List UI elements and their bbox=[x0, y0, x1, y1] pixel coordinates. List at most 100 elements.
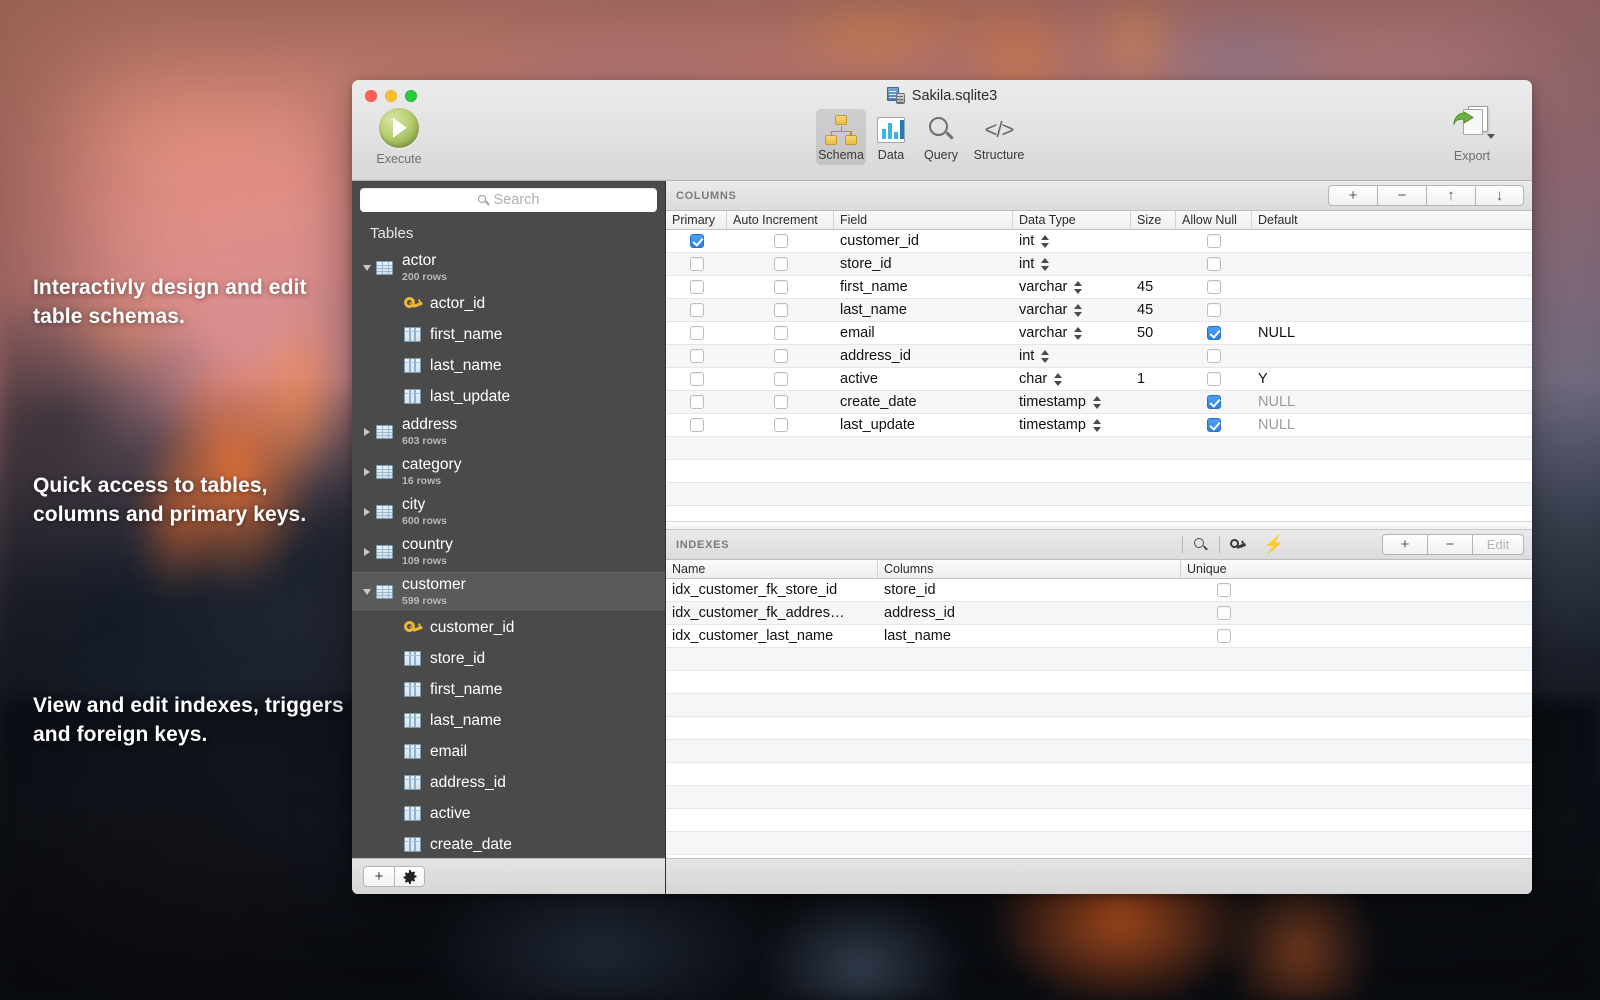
tab-structure[interactable]: </> Structure bbox=[966, 109, 1032, 165]
unique-checkbox[interactable] bbox=[1217, 629, 1231, 643]
export-button[interactable]: Export bbox=[1434, 105, 1510, 163]
primary-checkbox[interactable] bbox=[690, 303, 704, 317]
column-header-allow-null[interactable]: Allow Null bbox=[1176, 211, 1252, 229]
add-table-button[interactable]: + bbox=[363, 866, 394, 887]
disclosure-triangle-closed-icon[interactable] bbox=[360, 548, 374, 556]
columns-grid[interactable]: Primary Auto Increment Field Data Type S… bbox=[666, 211, 1532, 521]
table-row[interactable]: idx_customer_last_name last_name bbox=[666, 625, 1532, 648]
add-column-button[interactable]: + bbox=[1328, 185, 1377, 206]
primary-checkbox[interactable] bbox=[690, 257, 704, 271]
sidebar-settings-button[interactable] bbox=[394, 866, 425, 887]
sidebar-table-city[interactable]: city 600 rows bbox=[352, 492, 665, 532]
allow-null-checkbox[interactable] bbox=[1207, 326, 1221, 340]
sidebar-column-last-name[interactable]: last_name bbox=[352, 350, 665, 381]
sidebar-column-customer-id[interactable]: customer_id bbox=[352, 612, 665, 643]
sidebar-column-last-name-2[interactable]: last_name bbox=[352, 705, 665, 736]
table-row[interactable]: customer_id int bbox=[666, 230, 1532, 253]
allow-null-checkbox[interactable] bbox=[1207, 280, 1221, 294]
disclosure-triangle-closed-icon[interactable] bbox=[360, 508, 374, 516]
data-type-stepper[interactable] bbox=[1041, 349, 1050, 364]
auto-increment-checkbox[interactable] bbox=[774, 418, 788, 432]
disclosure-triangle-open-icon[interactable] bbox=[360, 589, 374, 595]
data-type-stepper[interactable] bbox=[1054, 372, 1063, 387]
allow-null-checkbox[interactable] bbox=[1207, 418, 1221, 432]
data-type-stepper[interactable] bbox=[1093, 418, 1102, 433]
search-input[interactable]: Search bbox=[360, 188, 657, 212]
unique-checkbox[interactable] bbox=[1217, 583, 1231, 597]
table-row[interactable]: store_id int bbox=[666, 253, 1532, 276]
allow-null-checkbox[interactable] bbox=[1207, 234, 1221, 248]
sidebar-column-last-update[interactable]: last_update bbox=[352, 381, 665, 412]
indexes-grid[interactable]: Name Columns Unique idx_customer_fk_stor… bbox=[666, 560, 1532, 858]
table-row[interactable]: idx_customer_fk_store_id store_id bbox=[666, 579, 1532, 602]
primary-checkbox[interactable] bbox=[690, 349, 704, 363]
primary-checkbox[interactable] bbox=[690, 418, 704, 432]
index-header-name[interactable]: Name bbox=[666, 560, 878, 578]
tab-schema[interactable]: Schema bbox=[816, 109, 866, 165]
remove-index-button[interactable]: − bbox=[1427, 534, 1472, 555]
table-row[interactable]: first_name varchar 45 bbox=[666, 276, 1532, 299]
column-header-primary[interactable]: Primary bbox=[666, 211, 727, 229]
sidebar-column-first-name[interactable]: first_name bbox=[352, 319, 665, 350]
data-type-stepper[interactable] bbox=[1074, 326, 1083, 341]
table-row[interactable]: idx_customer_fk_addres… address_id bbox=[666, 602, 1532, 625]
disclosure-triangle-closed-icon[interactable] bbox=[360, 468, 374, 476]
column-header-data-type[interactable]: Data Type bbox=[1013, 211, 1131, 229]
table-row[interactable]: address_id int bbox=[666, 345, 1532, 368]
primary-checkbox[interactable] bbox=[690, 280, 704, 294]
move-column-up-button[interactable]: ↑ bbox=[1426, 185, 1475, 206]
column-header-auto-increment[interactable]: Auto Increment bbox=[727, 211, 834, 229]
data-type-stepper[interactable] bbox=[1041, 257, 1050, 272]
sidebar-table-address[interactable]: address 603 rows bbox=[352, 412, 665, 452]
column-header-size[interactable]: Size bbox=[1131, 211, 1176, 229]
table-row[interactable]: create_date timestamp NULL bbox=[666, 391, 1532, 414]
sidebar-column-active[interactable]: active bbox=[352, 798, 665, 829]
tab-query[interactable]: Query bbox=[916, 109, 966, 165]
auto-increment-checkbox[interactable] bbox=[774, 395, 788, 409]
table-row[interactable]: active char 1 Y bbox=[666, 368, 1532, 391]
auto-increment-checkbox[interactable] bbox=[774, 372, 788, 386]
tab-data[interactable]: Data bbox=[866, 109, 916, 165]
table-row[interactable]: last_name varchar 45 bbox=[666, 299, 1532, 322]
sidebar-table-category[interactable]: category 16 rows bbox=[352, 452, 665, 492]
auto-increment-checkbox[interactable] bbox=[774, 280, 788, 294]
sidebar-table-country[interactable]: country 109 rows bbox=[352, 532, 665, 572]
data-type-stepper[interactable] bbox=[1074, 303, 1083, 318]
primary-checkbox[interactable] bbox=[690, 326, 704, 340]
auto-increment-checkbox[interactable] bbox=[774, 326, 788, 340]
sidebar-table-actor[interactable]: actor 200 rows bbox=[352, 248, 665, 288]
edit-index-button[interactable]: Edit bbox=[1472, 534, 1524, 555]
primary-checkbox[interactable] bbox=[690, 234, 704, 248]
unique-checkbox[interactable] bbox=[1217, 606, 1231, 620]
data-type-stepper[interactable] bbox=[1074, 280, 1083, 295]
add-index-button[interactable]: + bbox=[1382, 534, 1427, 555]
sidebar-column-store-id[interactable]: store_id bbox=[352, 643, 665, 674]
sidebar-table-customer[interactable]: customer 599 rows bbox=[352, 572, 665, 612]
sidebar-column-create-date[interactable]: create_date bbox=[352, 829, 665, 858]
allow-null-checkbox[interactable] bbox=[1207, 349, 1221, 363]
column-header-default[interactable]: Default bbox=[1252, 211, 1532, 229]
move-column-down-button[interactable]: ↓ bbox=[1475, 185, 1524, 206]
auto-increment-checkbox[interactable] bbox=[774, 234, 788, 248]
index-header-columns[interactable]: Columns bbox=[878, 560, 1181, 578]
primary-checkbox[interactable] bbox=[690, 372, 704, 386]
trigger-bolt-icon[interactable]: ⚡ bbox=[1256, 534, 1292, 556]
auto-increment-checkbox[interactable] bbox=[774, 349, 788, 363]
auto-increment-checkbox[interactable] bbox=[774, 257, 788, 271]
primary-checkbox[interactable] bbox=[690, 395, 704, 409]
allow-null-checkbox[interactable] bbox=[1207, 395, 1221, 409]
column-header-field[interactable]: Field bbox=[834, 211, 1013, 229]
disclosure-triangle-closed-icon[interactable] bbox=[360, 428, 374, 436]
allow-null-checkbox[interactable] bbox=[1207, 257, 1221, 271]
disclosure-triangle-open-icon[interactable] bbox=[360, 265, 374, 271]
index-header-unique[interactable]: Unique bbox=[1181, 560, 1532, 578]
panel-divider[interactable] bbox=[666, 521, 1532, 530]
index-magnifier-icon[interactable] bbox=[1183, 534, 1219, 556]
remove-column-button[interactable]: − bbox=[1377, 185, 1426, 206]
auto-increment-checkbox[interactable] bbox=[774, 303, 788, 317]
allow-null-checkbox[interactable] bbox=[1207, 372, 1221, 386]
foreign-key-icon[interactable] bbox=[1220, 534, 1256, 556]
table-row[interactable]: last_update timestamp NULL bbox=[666, 414, 1532, 437]
table-row[interactable]: email varchar 50 NULL bbox=[666, 322, 1532, 345]
execute-button[interactable]: Execute bbox=[369, 108, 429, 166]
